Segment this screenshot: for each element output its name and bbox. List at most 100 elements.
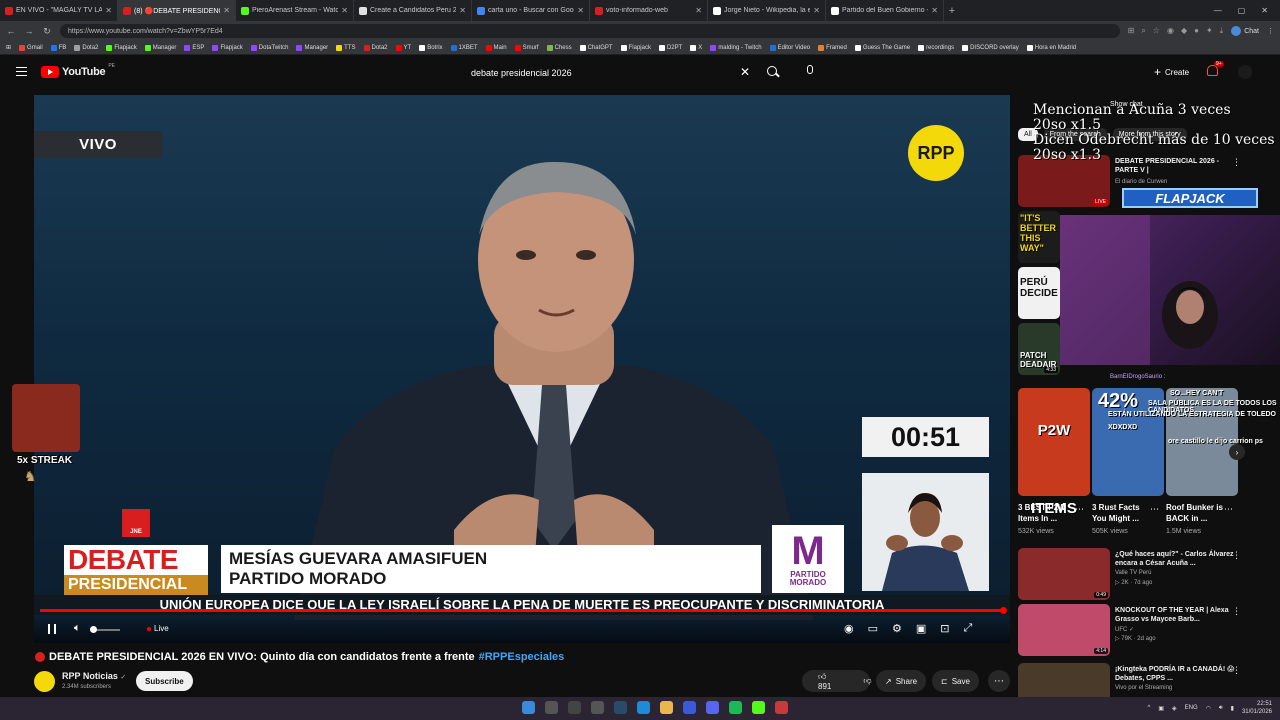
recommendation-item[interactable]: ¡Kingteka PODRÍA IR a CANADÁ! 😱 Debates,…	[1018, 663, 1268, 697]
search-input[interactable]: debate presidencial 2026	[462, 61, 762, 84]
live-indicator[interactable]: Live	[147, 624, 169, 633]
channel-avatar[interactable]	[34, 671, 55, 692]
app-icon[interactable]	[683, 701, 696, 714]
close-tab-icon[interactable]: ✕	[341, 6, 348, 15]
bookmark-item[interactable]: Main	[485, 44, 507, 51]
battery-icon[interactable]: ▮	[1231, 705, 1234, 712]
video-player[interactable]: VIVO RPP 00:51 JNE DEBATE PRESIDENCIAL M…	[34, 95, 1010, 643]
bookmark-item[interactable]: Flapjack	[212, 44, 243, 51]
new-tab-button[interactable]: +	[944, 5, 960, 17]
browser-tab-active[interactable]: (8) 🔴DEBATE PRESIDENCIAL 2026✕	[118, 0, 236, 21]
bookmark-item[interactable]: Dota2	[74, 44, 98, 51]
channel-name[interactable]: RPP Noticias ✓	[62, 671, 126, 681]
more-options-icon[interactable]: ⋮	[1232, 606, 1241, 617]
shorts-next-icon[interactable]: ›	[1229, 444, 1245, 460]
create-button[interactable]: + Create	[1148, 62, 1195, 82]
search-icon[interactable]	[767, 66, 777, 76]
close-window-icon[interactable]: ✕	[1261, 6, 1268, 15]
browser-tab[interactable]: carta uno - Buscar con Google ✕	[472, 0, 590, 21]
file-explorer-icon[interactable]	[660, 701, 673, 714]
bookmark-item[interactable]: ChatGPT	[579, 44, 613, 51]
bookmark-item[interactable]: Manager	[296, 44, 328, 51]
close-tab-icon[interactable]: ✕	[577, 6, 584, 15]
browser-tab[interactable]: voto-informado-web ✕	[590, 0, 708, 21]
forward-icon[interactable]: →	[24, 26, 34, 36]
like-button[interactable]: 👍︎ 891	[802, 672, 847, 691]
miniplayer-icon[interactable]: ▣	[916, 622, 926, 635]
close-tab-icon[interactable]: ✕	[695, 6, 702, 15]
bookmark-item[interactable]: 1XBET	[450, 44, 478, 51]
chat-extension-button[interactable]: Chat	[1231, 26, 1259, 36]
microphone-icon[interactable]	[807, 65, 813, 74]
close-tab-icon[interactable]: ✕	[459, 6, 466, 15]
bookmark-item[interactable]: Botrix	[419, 44, 443, 51]
browser-tab[interactable]: Jorge Nieto - Wikipedia, la encicl✕	[708, 0, 826, 21]
browser-tab[interactable]: PieroArenast Stream - Watch Live✕	[236, 0, 354, 21]
bookmark-item[interactable]: Dota2	[363, 44, 388, 51]
obs-icon[interactable]	[568, 701, 581, 714]
url-field[interactable]: https://www.youtube.com/watch?v=ZbwYP5r7…	[60, 24, 1120, 38]
bookmark-item[interactable]: Editor Video	[769, 44, 810, 51]
bookmark-item[interactable]: recordings	[918, 44, 954, 51]
bookmark-item[interactable]: Framed	[818, 44, 847, 51]
tray-chevron-icon[interactable]: ^	[1147, 705, 1150, 711]
bookmark-item[interactable]: YT	[395, 44, 411, 51]
spotify-icon[interactable]	[729, 701, 742, 714]
maximize-icon[interactable]: ▢	[1238, 6, 1246, 15]
volume-knob[interactable]	[90, 626, 97, 633]
close-tab-icon[interactable]: ✕	[223, 6, 230, 15]
close-tab-icon[interactable]: ✕	[813, 6, 820, 15]
close-tab-icon[interactable]: ✕	[931, 6, 938, 15]
wifi-icon[interactable]: ◠	[1206, 705, 1211, 712]
bookmark-item[interactable]: Smurf	[514, 44, 539, 51]
hamburger-menu-icon[interactable]	[16, 67, 27, 76]
install-icon[interactable]: ⊞	[1128, 26, 1135, 36]
close-tab-icon[interactable]: ✕	[105, 6, 112, 15]
more-options-icon[interactable]: ⋮	[1232, 550, 1241, 561]
extension-icon[interactable]: ◉	[1167, 26, 1174, 36]
save-button[interactable]: ⊏ Save	[932, 670, 979, 692]
browser-tab[interactable]: Create a Candidatos Peru 2026 Tie✕	[354, 0, 472, 21]
extension-icon[interactable]: ◆	[1181, 26, 1187, 36]
more-options-icon[interactable]: ⋯	[1224, 504, 1233, 515]
bookmark-item[interactable]: Gmail	[19, 44, 43, 51]
youtube-logo[interactable]: YouTube PE	[41, 63, 115, 78]
browser-tab[interactable]: Partido del Buen Gobierno - Wikip✕	[826, 0, 944, 21]
bookmark-item[interactable]: Hora en Madrid	[1026, 44, 1076, 51]
bookmark-item[interactable]: D2PT	[658, 44, 682, 51]
progress-scrubber[interactable]	[1000, 607, 1007, 614]
app-icon[interactable]	[775, 701, 788, 714]
more-options-icon[interactable]: ⋯	[1075, 504, 1084, 515]
share-button[interactable]: ↗ Share	[876, 670, 927, 692]
back-icon[interactable]: ←	[6, 26, 16, 36]
bookmark-item[interactable]: DotaTwitch	[250, 44, 288, 51]
bookmark-item[interactable]: Manager	[144, 44, 176, 51]
steam-icon[interactable]	[614, 701, 627, 714]
progress-bar[interactable]	[40, 609, 1004, 612]
clear-search-icon[interactable]: ✕	[740, 65, 750, 79]
bookmark-item[interactable]: malding - Twitch	[710, 44, 762, 51]
extension-icon[interactable]: ●	[1194, 26, 1199, 36]
browser-tab[interactable]: EN VIVO - "MAGALY TV LA ✕	[0, 0, 118, 21]
star-icon[interactable]: ☆	[1153, 26, 1160, 36]
windows-start-icon[interactable]	[522, 701, 535, 714]
cast-icon[interactable]: ⊡	[940, 622, 949, 635]
language-indicator[interactable]: ENG	[1185, 705, 1198, 711]
kick-icon[interactable]	[752, 701, 765, 714]
captions-icon[interactable]: ▭	[868, 622, 878, 635]
bookmark-item[interactable]: FB	[50, 44, 66, 51]
short-thumbnail[interactable]: P2W ITEMS	[1018, 388, 1090, 517]
tray-app-icon[interactable]: ◈	[1172, 705, 1177, 712]
browser-menu-icon[interactable]: ⋮	[1267, 27, 1274, 35]
volume-icon[interactable]: 🔊︎	[1219, 705, 1223, 712]
bookmark-item[interactable]: Chess	[546, 44, 572, 51]
system-clock[interactable]: 22:51 31/01/2026	[1242, 700, 1272, 716]
minimize-icon[interactable]: —	[1214, 6, 1222, 15]
settings-gear-icon[interactable]: ⚙	[892, 622, 902, 635]
more-options-icon[interactable]: ⋮	[1232, 665, 1241, 676]
hashtag-link[interactable]: #RPPEspeciales	[479, 651, 565, 663]
zoom-icon[interactable]: ⌕	[1141, 26, 1145, 36]
bookmark-item[interactable]: ESP	[184, 44, 204, 51]
mute-button[interactable]: 🔈︎	[74, 622, 81, 635]
show-chat-button[interactable]: Show chat	[1110, 101, 1143, 108]
